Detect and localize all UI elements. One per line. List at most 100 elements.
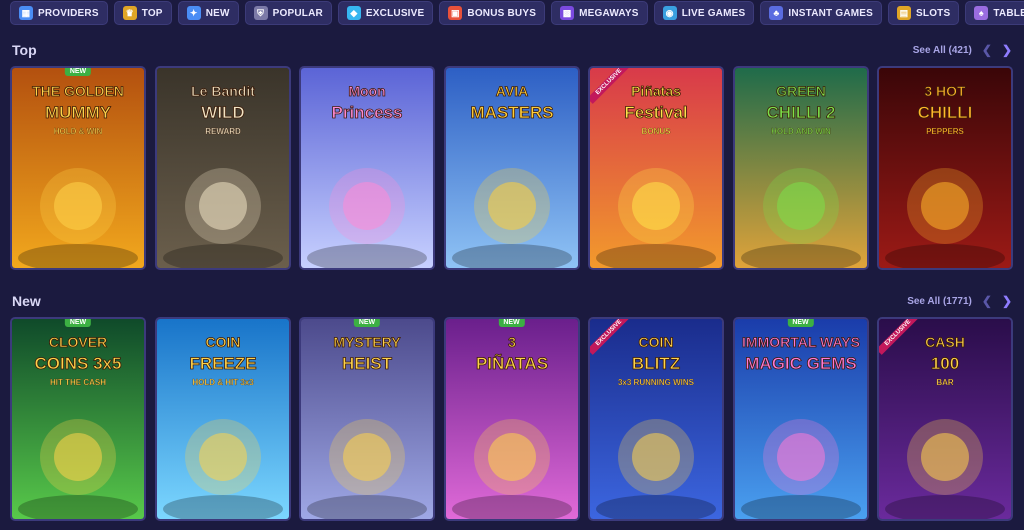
category-label: EXCLUSIVE bbox=[365, 7, 425, 19]
shield-icon: ⛨ bbox=[253, 6, 268, 20]
category-label: NEW bbox=[205, 7, 230, 19]
game-title-l2: COINS 3x5 bbox=[35, 354, 122, 373]
new-badge: NEW bbox=[64, 319, 92, 327]
game-title-l2: WILD bbox=[201, 103, 244, 122]
category-bonus-buys[interactable]: ▣ BONUS BUYS bbox=[439, 1, 546, 25]
category-label: MEGAWAYS bbox=[579, 7, 639, 19]
category-megaways[interactable]: ▩ MEGAWAYS bbox=[551, 1, 648, 25]
category-label: SLOTS bbox=[916, 7, 951, 19]
top-next-arrow-icon[interactable]: ❯ bbox=[1002, 43, 1012, 57]
game-title-l2: MASTERS bbox=[470, 103, 553, 122]
game-tile-clover-coins-3x5[interactable]: CLOVER COINS 3x5 HIT THE CASH NEW bbox=[10, 317, 146, 521]
globe-icon: ◉ bbox=[662, 6, 677, 20]
diamond-icon: ◆ bbox=[346, 6, 361, 20]
game-title-l1: 3 HOT bbox=[924, 83, 966, 99]
game-title-l2: CHILLI bbox=[918, 103, 973, 122]
game-tile-cash-100[interactable]: CASH 100 BAR EXCLUSIVE bbox=[877, 317, 1013, 521]
game-title-l2: Princess bbox=[332, 103, 403, 122]
game-title-l2: BLITZ bbox=[632, 354, 680, 373]
game-title-l1: 3 bbox=[508, 334, 516, 350]
game-title-l2: HEIST bbox=[342, 354, 393, 373]
game-title-l3: PEPPERS bbox=[926, 127, 964, 136]
category-label: TOP bbox=[141, 7, 163, 19]
new-games-row: CLOVER COINS 3x5 HIT THE CASH NEW COIN FREEZE… bbox=[10, 317, 1014, 523]
gift-icon: ▣ bbox=[448, 6, 463, 20]
category-instant-games[interactable]: ♣ INSTANT GAMES bbox=[760, 1, 883, 25]
category-exclusive[interactable]: ◆ EXCLUSIVE bbox=[337, 1, 434, 25]
game-title-l2: 100 bbox=[931, 354, 959, 373]
game-title-l1: Le Bandit bbox=[191, 83, 255, 99]
game-title-l3: 3x3 RUNNING WINS bbox=[618, 378, 695, 387]
game-title-l1: GREEN bbox=[776, 83, 826, 99]
category-top[interactable]: ♛ TOP bbox=[113, 1, 172, 25]
category-bar: ▦ PROVIDERS ♛ TOP ✦ NEW ⛨ POPULAR ◆ EXCLUSIVE ▣ BON… bbox=[0, 0, 1024, 26]
top-prev-arrow-icon[interactable]: ❮ bbox=[982, 43, 992, 57]
game-title-l2: Festival bbox=[624, 103, 687, 122]
category-label: INSTANT GAMES bbox=[788, 7, 874, 19]
game-title-l3: HIT THE CASH bbox=[50, 378, 106, 387]
new-section-header: New See All (1771) ❮ ❯ bbox=[12, 292, 1012, 310]
category-providers[interactable]: ▦ PROVIDERS bbox=[10, 1, 108, 25]
game-title-l2: CHILLI 2 bbox=[766, 103, 835, 122]
megaways-icon: ▩ bbox=[560, 6, 575, 20]
game-title-l2: MAGIC GEMS bbox=[745, 354, 856, 373]
game-title-l1: COIN bbox=[639, 334, 674, 350]
new-prev-arrow-icon[interactable]: ❮ bbox=[982, 294, 992, 308]
category-label: PROVIDERS bbox=[38, 7, 99, 19]
game-title-l1: CASH bbox=[925, 334, 965, 350]
new-badge: NEW bbox=[498, 319, 525, 327]
category-label: BONUS BUYS bbox=[467, 7, 537, 19]
game-title-l1: COIN bbox=[205, 334, 240, 350]
new-badge: NEW bbox=[787, 319, 814, 327]
game-tile-le-bandit[interactable]: Le Bandit WILD REWARD bbox=[154, 66, 291, 270]
new-icon: ✦ bbox=[186, 6, 201, 20]
game-tile-coin-freeze[interactable]: COIN FREEZE HOLD & HIT 3x3 bbox=[154, 317, 291, 521]
category-table-games[interactable]: ♠ TABLE GAMES bbox=[965, 1, 1024, 25]
game-tile-3-hot-chilli-peppers[interactable]: 3 HOT CHILLI PEPPERS bbox=[877, 66, 1013, 270]
game-tile-3-pinatas[interactable]: 3 PIÑATAS NEW bbox=[443, 317, 580, 521]
game-tile-the-golden-mummy[interactable]: THE GOLDEN MUMMY HOLD & WIN NEW bbox=[10, 66, 146, 270]
top-see-all-link[interactable]: See All (421) bbox=[913, 45, 972, 56]
category-live-games[interactable]: ◉ LIVE GAMES bbox=[653, 1, 755, 25]
providers-icon: ▦ bbox=[19, 6, 33, 20]
top-games-row: THE GOLDEN MUMMY HOLD & WIN NEW Le Bandit WIL… bbox=[10, 66, 1014, 272]
game-tile-avia-masters[interactable]: AVIA MASTERS bbox=[443, 66, 580, 270]
new-see-all-link[interactable]: See All (1771) bbox=[907, 296, 972, 307]
game-title-l1: MYSTERY bbox=[333, 334, 401, 350]
new-badge: NEW bbox=[64, 68, 92, 76]
game-title-l1: Piñatas bbox=[631, 83, 681, 99]
category-label: TABLE GAMES bbox=[993, 7, 1024, 19]
game-title-l3: HOLD AND WIN bbox=[771, 127, 831, 136]
category-slots[interactable]: ▤ SLOTS bbox=[888, 1, 960, 25]
game-title-l3: BAR bbox=[936, 378, 954, 387]
game-tile-pinatas-festival[interactable]: Piñatas Festival BONUS EXCLUSIVE bbox=[588, 66, 724, 270]
game-title-l2: PIÑATAS bbox=[475, 353, 547, 373]
game-title-l1: Moon bbox=[348, 83, 385, 99]
game-title-l1: THE GOLDEN bbox=[32, 83, 124, 99]
game-tile-immortal-ways-magic-gems[interactable]: IMMORTAL WAYS MAGIC GEMS NEW bbox=[732, 317, 869, 521]
game-title-l2: MUMMY bbox=[45, 103, 112, 122]
new-badge: NEW bbox=[353, 319, 381, 327]
game-title-l1: AVIA bbox=[495, 83, 527, 99]
category-label: LIVE GAMES bbox=[681, 7, 746, 19]
top-section-title: Top bbox=[12, 42, 37, 58]
category-label: POPULAR bbox=[272, 7, 323, 19]
trophy-icon: ♛ bbox=[122, 6, 137, 20]
game-tile-coin-blitz[interactable]: COIN BLITZ 3x3 RUNNING WINS EXCLUSIVE bbox=[588, 317, 724, 521]
game-title-l3: BONUS bbox=[642, 127, 672, 136]
game-title-l3: REWARD bbox=[205, 127, 241, 136]
new-next-arrow-icon[interactable]: ❯ bbox=[1002, 294, 1012, 308]
game-tile-moon-princess[interactable]: Moon Princess bbox=[299, 66, 435, 270]
category-popular[interactable]: ⛨ POPULAR bbox=[244, 1, 332, 25]
game-title-l1: CLOVER bbox=[49, 334, 107, 350]
game-tile-green-chilli-2[interactable]: GREEN CHILLI 2 HOLD AND WIN bbox=[732, 66, 869, 270]
game-title-l1: IMMORTAL WAYS bbox=[742, 334, 860, 350]
game-title-l3: HOLD & WIN bbox=[54, 127, 103, 136]
game-tile-mystery-heist[interactable]: MYSTERY HEIST NEW bbox=[299, 317, 435, 521]
slots-icon: ▤ bbox=[897, 6, 912, 20]
cards-icon: ♠ bbox=[974, 6, 989, 20]
instant-icon: ♣ bbox=[769, 6, 784, 20]
top-section-header: Top See All (421) ❮ ❯ bbox=[12, 41, 1012, 59]
category-new[interactable]: ✦ NEW bbox=[177, 1, 239, 25]
game-title-l2: FREEZE bbox=[189, 354, 256, 373]
